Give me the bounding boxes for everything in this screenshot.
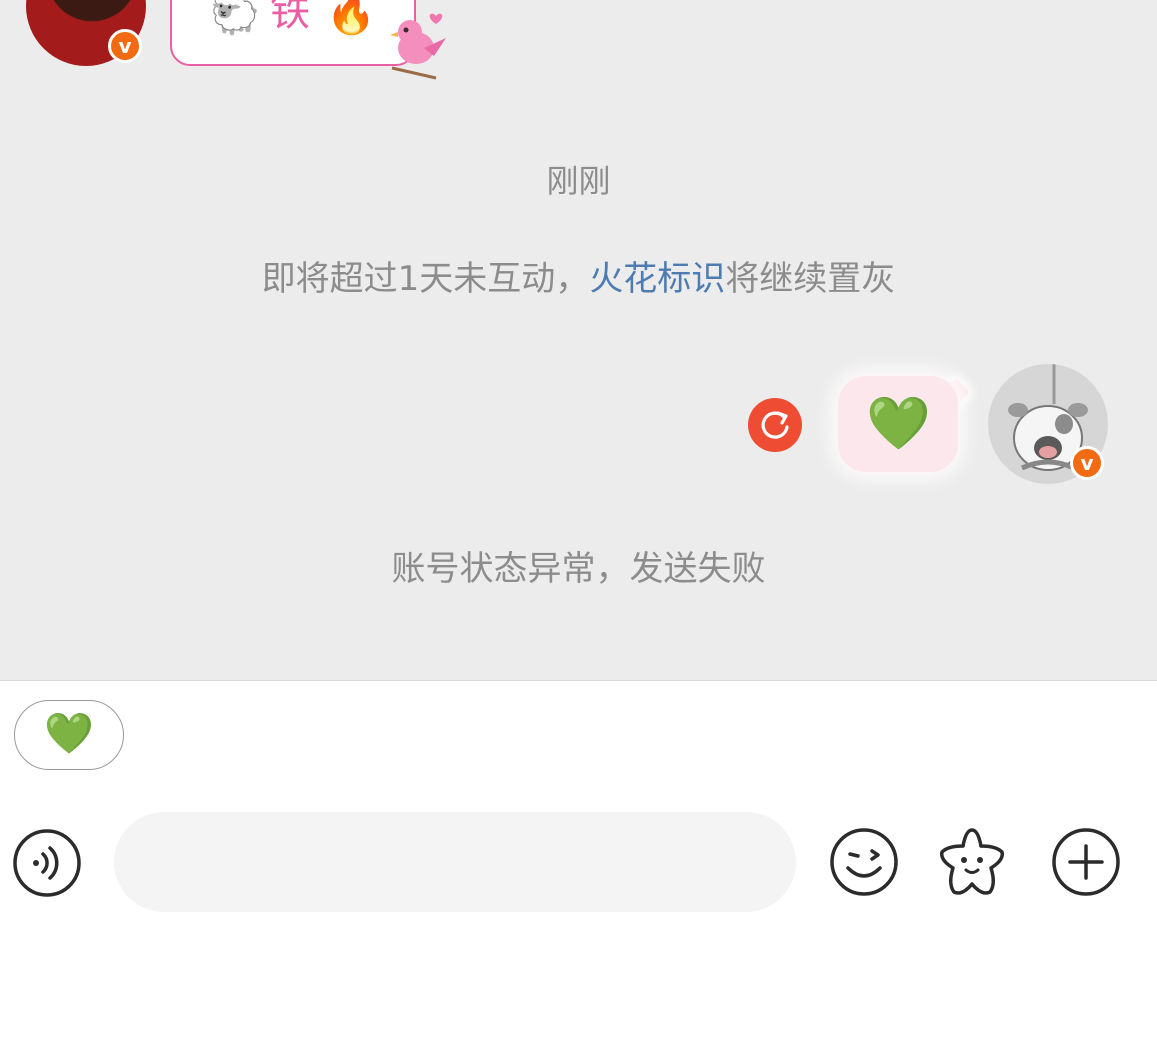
send-failed-status: 账号状态异常，发送失败	[391, 549, 766, 589]
quick-reply-chip[interactable]: 💚	[14, 700, 124, 770]
message-input-bar	[0, 800, 1157, 930]
self-verified-badge: v	[1070, 446, 1104, 480]
plus-icon[interactable]	[1050, 826, 1122, 898]
message-timestamp: 刚刚	[546, 162, 611, 200]
notice-prefix: 即将超过1天未互动，	[261, 259, 590, 299]
peer-verified-badge: v	[108, 29, 142, 63]
notice-suffix: 将继续置灰	[725, 259, 896, 299]
sent-message-text: 💚	[866, 394, 931, 454]
sheep-emoji: 🐑	[210, 0, 260, 37]
fire-emoji: 🔥	[326, 0, 376, 37]
peer-message-text: 铁	[270, 0, 310, 35]
pink-bird-sticker-icon	[390, 13, 446, 80]
emoji-icon[interactable]	[828, 826, 900, 898]
quick-reply-text: 💚	[44, 711, 94, 757]
retry-icon	[761, 411, 789, 439]
message-input[interactable]	[114, 812, 796, 912]
chat-area: v 🐑 铁 🔥 刚刚 即将超过1天未互动，火花标识将继续置灰 💚 v 账号状态异…	[0, 0, 1157, 681]
voice-icon[interactable]	[12, 828, 82, 898]
sticker-star-icon[interactable]	[934, 824, 1010, 900]
streak-notice: 即将超过1天未互动，火花标识将继续置灰	[0, 256, 1157, 302]
spark-badge-link[interactable]: 火花标识	[589, 259, 725, 299]
retry-send-button[interactable]	[748, 398, 802, 452]
